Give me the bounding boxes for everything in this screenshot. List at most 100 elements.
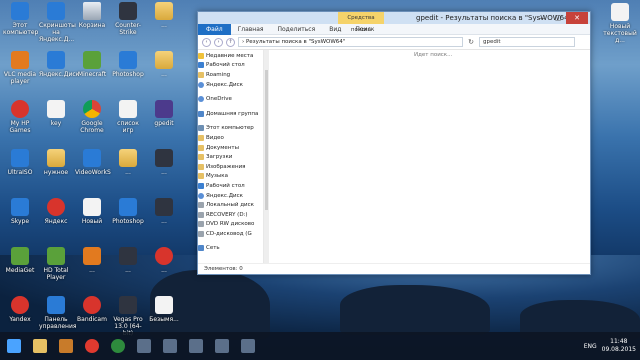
start-taskbar-button[interactable]	[2, 334, 26, 358]
back-button[interactable]: ‹	[202, 37, 211, 47]
key-file-icon	[47, 100, 65, 118]
desktop-icon[interactable]: Skype	[3, 198, 37, 225]
desktop-icon[interactable]: Vegas Pro 13.0 (64-bit)	[111, 296, 145, 337]
results-pane[interactable]: Идет поиск...	[269, 50, 590, 263]
nav-item[interactable]: Яндекс.Диск	[198, 191, 263, 201]
nav-item[interactable]: RECOVERY (D:)	[198, 210, 263, 220]
nav-item[interactable]: Этот компьютер	[198, 124, 263, 134]
up-button[interactable]: ↑	[226, 37, 235, 47]
nav-item[interactable]: OneDrive	[198, 94, 263, 104]
desktop-icon[interactable]: ...	[147, 247, 181, 274]
minimize-button[interactable]: —	[534, 12, 550, 24]
game-taskbar-button[interactable]	[54, 334, 78, 358]
context-tab-search-tools[interactable]: Средства поиска	[338, 12, 384, 33]
desktop-icon[interactable]: Яндекс	[39, 198, 73, 225]
desktop-icon[interactable]: ...	[111, 149, 145, 176]
desktop-icon[interactable]: нужное	[39, 149, 73, 176]
scrollbar-thumb[interactable]	[265, 70, 268, 210]
tab-home[interactable]: Главная	[231, 24, 271, 35]
close-button[interactable]: ✕	[566, 12, 588, 24]
desktop-icon[interactable]: Этот компьютер	[3, 2, 38, 36]
desktop-icon[interactable]: список игр	[111, 100, 145, 134]
desktop-icon[interactable]: HD Total Player	[39, 247, 73, 281]
nav-item[interactable]: Недавние места	[198, 51, 263, 61]
desktop-icon[interactable]: MediaGet	[3, 247, 37, 274]
desktop-icon[interactable]: ...	[147, 51, 181, 78]
desktop-icon[interactable]: Безымя...	[147, 296, 181, 323]
app-taskbar-button[interactable]	[210, 334, 234, 358]
desktop-icon[interactable]: Minecraft	[75, 51, 109, 78]
desktop-icon[interactable]: Google Chrome	[75, 100, 109, 134]
nav-item[interactable]: Рабочий стол	[198, 181, 263, 191]
app-taskbar-button[interactable]	[236, 334, 260, 358]
desktop-icon[interactable]: VLC media player	[3, 51, 37, 85]
nav-item[interactable]: Локальный диск	[198, 200, 263, 210]
chrome-taskbar-button[interactable]	[106, 334, 130, 358]
nav-item-icon	[198, 163, 204, 170]
desktop-icon[interactable]: ...	[147, 198, 181, 225]
nav-item[interactable]: Сеть	[198, 244, 263, 254]
desktop-icon[interactable]: ...	[147, 2, 181, 29]
desktop-icon[interactable]: Yandex	[3, 296, 37, 323]
desktop-icon-label: Photoshop	[112, 218, 144, 225]
chrome-icon	[83, 100, 101, 118]
start-icon	[7, 339, 21, 353]
tab-share[interactable]: Поделиться	[271, 24, 323, 35]
desktop-icon[interactable]: Новый	[75, 198, 109, 225]
forward-button[interactable]: ›	[214, 37, 223, 47]
tab-view[interactable]: Вид	[322, 24, 348, 35]
nav-item[interactable]: Документы	[198, 143, 263, 153]
desktop-icon[interactable]: Counter-Strike	[111, 2, 145, 36]
maximize-button[interactable]: ▢	[550, 12, 566, 24]
desktop-icon[interactable]: key	[39, 100, 73, 127]
wallpaper-rock	[340, 285, 490, 335]
nav-item[interactable]: Яндекс.Диск	[198, 80, 263, 90]
nav-item[interactable]: Загрузки	[198, 152, 263, 162]
desktop-icon[interactable]: My HP Games	[3, 100, 37, 134]
player-icon	[47, 247, 65, 265]
desktop-icon[interactable]: ...	[147, 149, 181, 176]
desktop-icon[interactable]: Яндекс.Диск	[39, 51, 79, 78]
nav-item[interactable]: Изображения	[198, 162, 263, 172]
desktop-icon[interactable]: ...	[111, 247, 145, 274]
desktop-icon[interactable]: ...	[75, 247, 109, 274]
nav-item-icon	[198, 230, 204, 237]
nav-item-label: Яндекс.Диск	[206, 192, 243, 199]
tab-file[interactable]: Файл	[198, 23, 231, 35]
desktop-icon-label: Яндекс	[44, 218, 68, 225]
nav-item[interactable]: CD-дисковод (G	[198, 229, 263, 239]
desktop-icon[interactable]: UltraISO	[3, 149, 37, 176]
search-input[interactable]: gpedit	[479, 37, 575, 47]
file-explorer-taskbar-button[interactable]	[28, 334, 52, 358]
nav-item[interactable]: Roaming	[198, 70, 263, 80]
app-taskbar-button[interactable]	[132, 334, 156, 358]
yandex-browser-taskbar-button[interactable]	[80, 334, 104, 358]
nav-item-label: Рабочий стол	[206, 62, 245, 69]
language-indicator[interactable]: ENG	[584, 343, 597, 350]
desktop-icon[interactable]: Bandicam	[75, 296, 109, 323]
desktop-icon[interactable]: Корзина	[75, 2, 109, 29]
desktop-icon-label: Skype	[10, 218, 30, 225]
app-taskbar-button[interactable]	[158, 334, 182, 358]
desktop-icon[interactable]: Photoshop	[111, 51, 145, 78]
title-bar[interactable]: Средства поиска gpedit - Результаты поис…	[198, 12, 590, 33]
desktop-icon[interactable]: Photoshop	[111, 198, 145, 225]
nav-item[interactable]: Видео	[198, 133, 263, 143]
app-taskbar-button[interactable]	[184, 334, 208, 358]
address-field[interactable]: › Результаты поиска в "SysWOW64"	[238, 37, 463, 47]
refresh-button[interactable]: ↻	[466, 38, 476, 46]
desktop-icon-label: VLC media player	[3, 71, 37, 85]
clock[interactable]: 11:48 09.08.2015	[602, 338, 636, 354]
desktop-icon-label: Photoshop	[112, 71, 144, 78]
hp-games-icon	[11, 100, 29, 118]
nav-item[interactable]: Домашняя группа	[198, 109, 263, 119]
desktop-icon[interactable]: VideoWorkS	[75, 149, 111, 176]
nav-item[interactable]: Музыка	[198, 172, 263, 182]
nav-item[interactable]: Рабочий стол	[198, 61, 263, 71]
desktop-icon-new-text-file[interactable]: Новый текстовый д...	[603, 3, 637, 44]
desktop-icon[interactable]: Скриншоты на Яндекс.Д...	[39, 2, 76, 43]
desktop-icon[interactable]: gpedit	[147, 100, 181, 127]
desktop-icon-label: Корзина	[78, 22, 106, 29]
desktop-icon[interactable]: Панель управления	[39, 296, 76, 330]
nav-item[interactable]: DVD RW дисково	[198, 220, 263, 230]
